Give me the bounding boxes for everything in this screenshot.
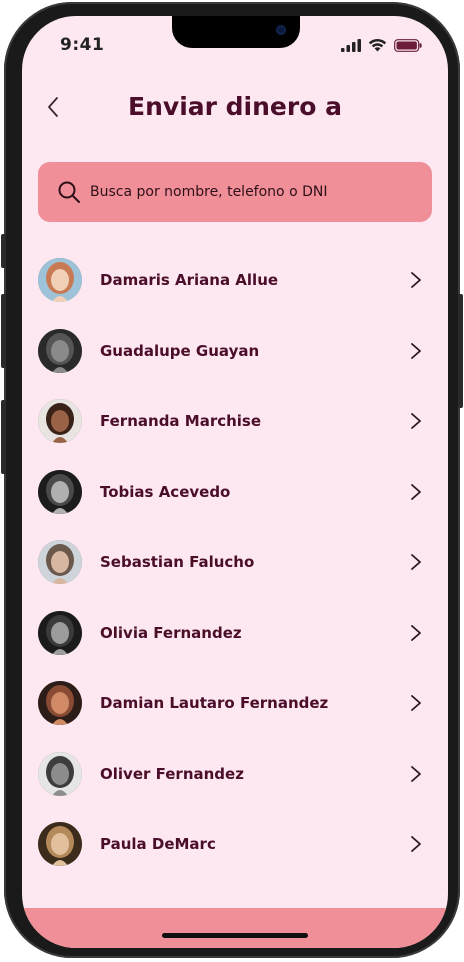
avatar-photo [38, 822, 82, 866]
screen: 9:41 Enviar dinero a Busca por nombre, t… [22, 16, 448, 948]
chevron-right-icon [411, 413, 421, 429]
avatar-photo [38, 540, 82, 584]
avatar-photo [38, 328, 82, 373]
status-icons [341, 38, 422, 52]
contact-row-4[interactable]: Tobias Acevedo [22, 457, 448, 528]
avatar [38, 399, 82, 443]
avatar [38, 328, 82, 373]
contact-list: Damaris Ariana Allue Guadalupe Guayan Fe… [22, 245, 448, 880]
avatar [38, 610, 82, 655]
chevron-right-icon [411, 554, 421, 570]
contact-row-1[interactable]: Damaris Ariana Allue [22, 245, 448, 316]
signal-icon [341, 38, 361, 52]
contact-row-7[interactable]: Damian Lautaro Fernandez [22, 668, 448, 739]
avatar [38, 469, 82, 514]
avatar-photo [38, 469, 82, 514]
contact-name: Guadalupe Guayan [100, 341, 260, 360]
contact-row-2[interactable]: Guadalupe Guayan [22, 316, 448, 387]
contact-name: Fernanda Marchise [100, 412, 262, 430]
chevron-right-icon [411, 624, 421, 641]
avatar [38, 540, 82, 584]
search-icon [58, 181, 80, 203]
home-indicator[interactable] [162, 933, 308, 938]
header: Enviar dinero a [22, 86, 448, 130]
contact-row-8[interactable]: Oliver Fernandez [22, 739, 448, 810]
phone-frame: 9:41 Enviar dinero a Busca por nombre, t… [1, 2, 463, 958]
volume-up-button [1, 294, 6, 368]
silent-switch [1, 234, 6, 268]
contact-row-3[interactable]: Fernanda Marchise [22, 386, 448, 457]
contact-row-9[interactable]: Paula DeMarc [22, 809, 448, 880]
contact-row-6[interactable]: Olivia Fernandez [22, 598, 448, 669]
avatar [38, 822, 82, 866]
avatar [38, 258, 82, 302]
camera-icon [276, 25, 286, 35]
contact-name: Tobias Acevedo [100, 482, 231, 501]
chevron-right-icon [411, 765, 421, 782]
chevron-right-icon [411, 342, 421, 359]
chevron-right-icon [411, 695, 421, 711]
contact-name: Damaris Ariana Allue [100, 271, 279, 289]
avatar-photo [38, 751, 82, 796]
volume-down-button [1, 400, 6, 474]
avatar-photo [38, 258, 82, 302]
chevron-right-icon [411, 836, 421, 852]
contact-row-5[interactable]: Sebastian Falucho [22, 527, 448, 598]
avatar-photo [38, 681, 82, 725]
contact-name: Oliver Fernandez [100, 764, 244, 783]
search-bar[interactable] [38, 162, 432, 222]
contact-name: Damian Lautaro Fernandez [100, 694, 329, 712]
avatar-photo [38, 399, 82, 443]
status-time: 9:41 [60, 35, 105, 55]
power-button [458, 294, 463, 408]
battery-icon [394, 38, 422, 52]
contact-name: Sebastian Falucho [100, 553, 255, 571]
page-title: Enviar dinero a [128, 92, 342, 121]
bottom-bar [22, 908, 448, 948]
chevron-right-icon [411, 483, 421, 500]
wifi-icon [368, 38, 387, 52]
avatar [38, 681, 82, 725]
contact-name: Paula DeMarc [100, 835, 216, 853]
search-input[interactable] [90, 184, 410, 200]
avatar [38, 751, 82, 796]
contact-name: Olivia Fernandez [100, 623, 242, 642]
chevron-right-icon [411, 272, 421, 288]
avatar-photo [38, 610, 82, 655]
